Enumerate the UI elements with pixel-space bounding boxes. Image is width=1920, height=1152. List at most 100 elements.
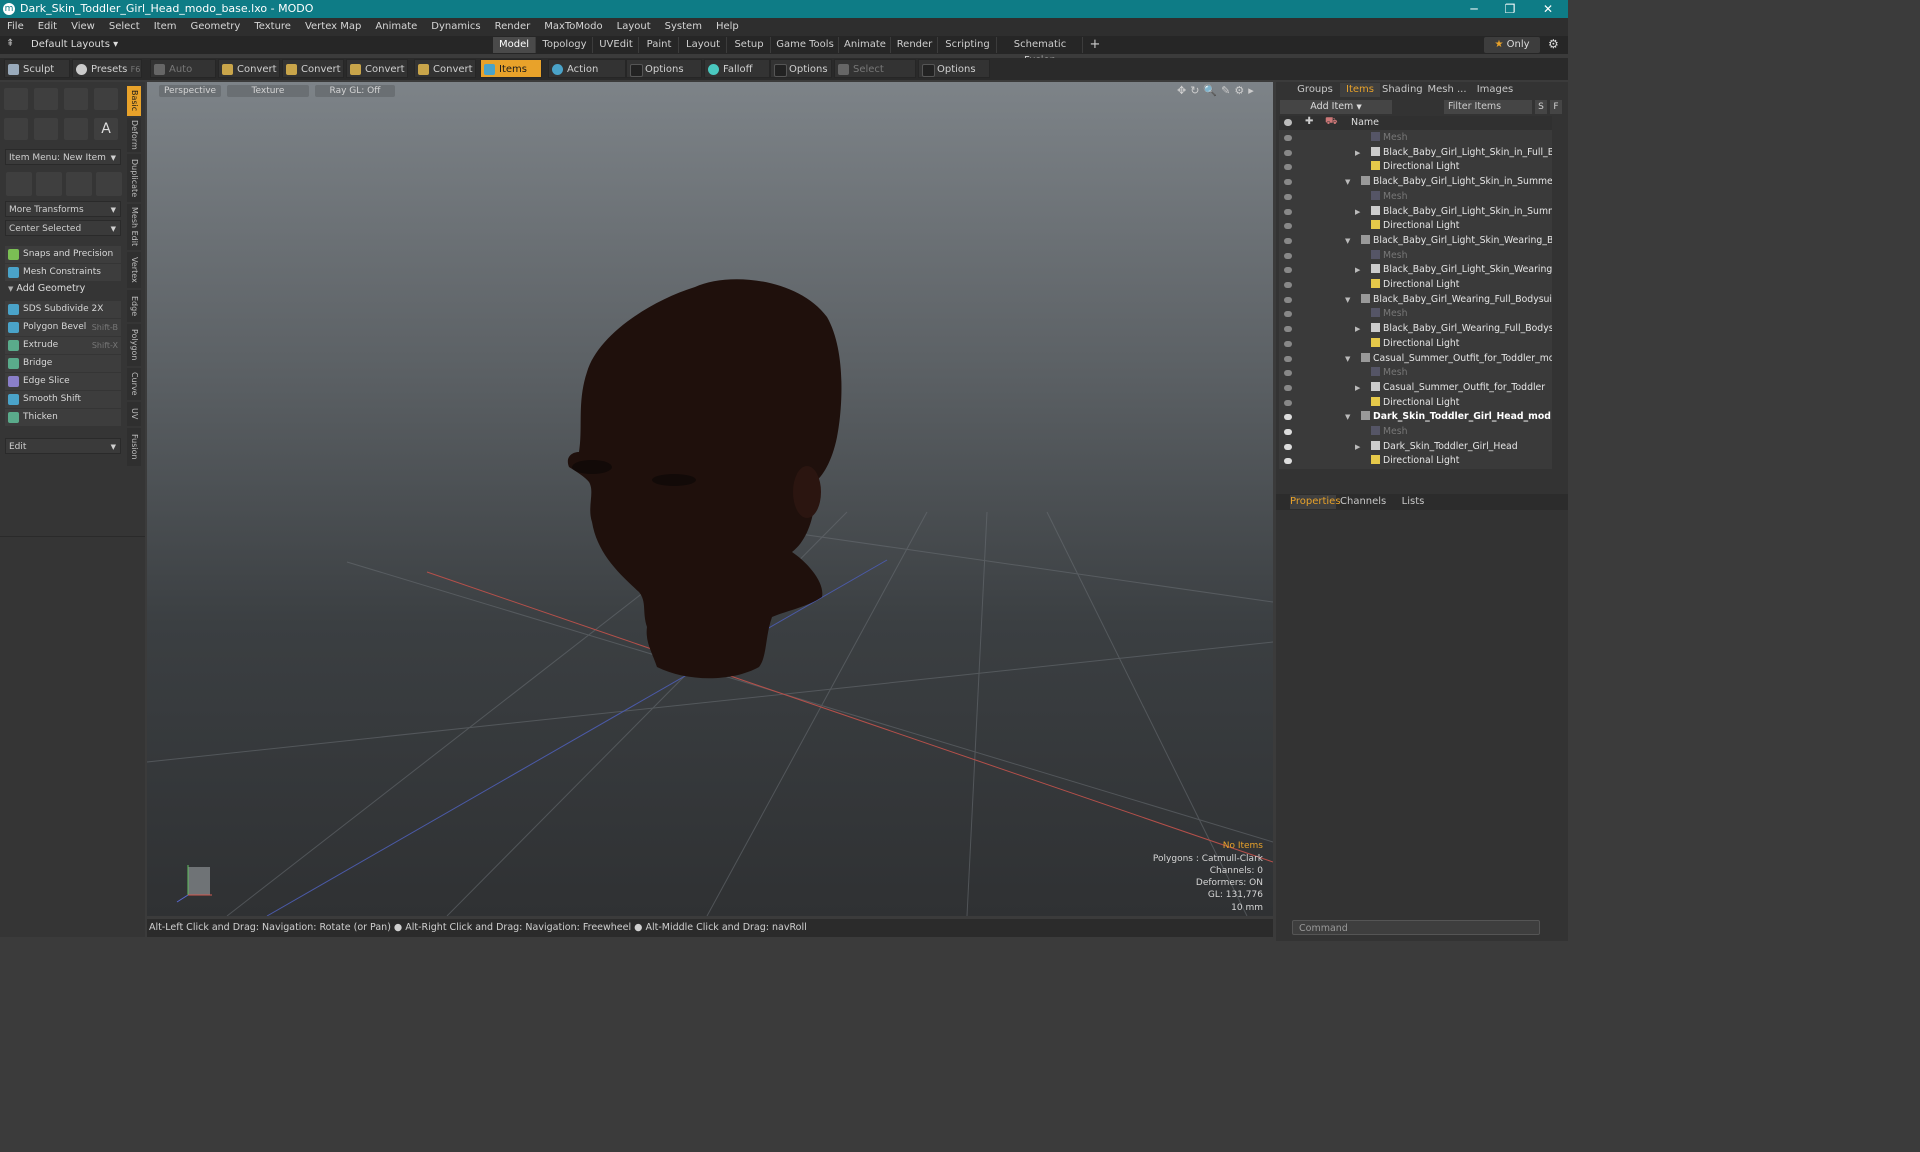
tree-row[interactable]: Mesh xyxy=(1279,190,1552,205)
add-item-dropdown[interactable]: Add Item ▼ xyxy=(1280,100,1392,114)
pen-tool-icon[interactable] xyxy=(64,118,88,140)
expand-triangle-icon[interactable]: ▶ xyxy=(1355,381,1360,396)
polygon-bevel-button[interactable]: Polygon Bevel Shift-B xyxy=(5,319,121,336)
tab-mesh[interactable]: Mesh ... xyxy=(1424,83,1470,97)
tree-row[interactable]: Directional Light xyxy=(1279,337,1552,352)
tab-images[interactable]: Images xyxy=(1472,83,1518,97)
menu-item[interactable]: Item xyxy=(147,18,184,36)
bridge-button[interactable]: Bridge xyxy=(5,355,121,372)
action-center-options-button[interactable]: Options xyxy=(626,59,702,78)
menu-layout[interactable]: Layout xyxy=(610,18,658,36)
tab-groups[interactable]: Groups xyxy=(1292,83,1338,97)
menu-help[interactable]: Help xyxy=(709,18,746,36)
layout-arrow-icon[interactable]: ⇞ xyxy=(6,38,14,49)
visibility-eye-icon[interactable] xyxy=(1284,370,1292,377)
expand-triangle-icon[interactable]: ▶ xyxy=(1355,263,1360,278)
tree-row[interactable]: ▶ Black_Baby_Girl_Light_Skin_in_Summer_..… xyxy=(1279,205,1552,220)
menu-system[interactable]: System xyxy=(658,18,709,36)
tree-row[interactable]: Directional Light xyxy=(1279,454,1552,469)
tree-row[interactable]: Directional Light xyxy=(1279,160,1552,175)
snaps-precision-button[interactable]: Snaps and Precision xyxy=(5,246,121,263)
tab-uvedit[interactable]: UVEdit xyxy=(594,37,639,53)
visibility-eye-icon[interactable] xyxy=(1284,193,1292,200)
collapse-triangle-icon[interactable]: ▼ xyxy=(1345,293,1350,308)
tree-row[interactable]: Mesh xyxy=(1279,307,1552,322)
menu-render[interactable]: Render xyxy=(488,18,538,36)
convert-polygons-button[interactable]: Convert xyxy=(346,59,408,78)
auto-select-button[interactable]: Auto Select xyxy=(150,59,216,94)
expand-triangle-icon[interactable]: ▶ xyxy=(1355,205,1360,220)
vtab-deform[interactable]: Deform xyxy=(127,118,141,152)
3d-viewport[interactable]: Perspective Texture Ray GL: Off ✥↻🔍✎⚙▸ N… xyxy=(147,82,1273,916)
sds-subdivide-button[interactable]: SDS Subdivide 2X xyxy=(5,301,121,318)
menu-view[interactable]: View xyxy=(64,18,102,36)
grid-icon[interactable] xyxy=(36,172,62,196)
pyramid-icon[interactable] xyxy=(96,172,122,196)
tab-channels[interactable]: Channels xyxy=(1340,495,1386,509)
ray-gl-tab[interactable]: Ray GL: Off xyxy=(315,85,395,97)
s-button[interactable]: S xyxy=(1535,100,1547,114)
tree-row[interactable]: ▼ Black_Baby_Girl_Light_Skin_in_Summer_A-… xyxy=(1279,175,1552,190)
vtab-vertex[interactable]: Vertex xyxy=(127,252,141,288)
vtab-polygon[interactable]: Polygon xyxy=(127,324,141,366)
filter-items-input[interactable]: Filter Items xyxy=(1444,100,1532,114)
tree-row[interactable]: ▼ Dark_Skin_Toddler_Girl_Head_mod ... xyxy=(1279,410,1552,425)
cube-primitive-icon[interactable] xyxy=(4,88,28,110)
text-tool-icon[interactable]: A xyxy=(94,118,118,140)
vtab-curve[interactable]: Curve xyxy=(127,368,141,400)
visibility-eye-icon[interactable] xyxy=(1284,443,1292,450)
minimize-button[interactable]: ─ xyxy=(1456,0,1492,18)
tab-lists[interactable]: Lists xyxy=(1390,495,1436,509)
tree-row[interactable]: ▶ Casual_Summer_Outfit_for_Toddler xyxy=(1279,381,1552,396)
view-perspective-tab[interactable]: Perspective xyxy=(159,85,221,97)
gear-icon[interactable]: ⚙ xyxy=(1548,37,1559,51)
visibility-eye-icon[interactable] xyxy=(1284,429,1292,435)
convert-edges-button[interactable]: Convert xyxy=(282,59,344,78)
vtab-fusion[interactable]: Fusion xyxy=(127,428,141,466)
collapse-triangle-icon[interactable]: ▼ xyxy=(1345,410,1350,425)
only-toggle[interactable]: ★ Only xyxy=(1484,37,1540,53)
sphere-primitive-icon[interactable] xyxy=(34,88,58,110)
tab-shading[interactable]: Shading xyxy=(1382,83,1423,97)
expand-triangle-icon[interactable]: ▶ xyxy=(1355,146,1360,161)
edit-dropdown[interactable]: Edit ▼ xyxy=(5,438,121,454)
vtab-basic[interactable]: Basic xyxy=(127,86,141,116)
select-through-button[interactable]: Select Through xyxy=(834,59,916,94)
expand-triangle-icon[interactable]: ▶ xyxy=(1355,322,1360,337)
tab-items[interactable]: Items xyxy=(1340,83,1380,97)
vtab-uv[interactable]: UV xyxy=(127,402,141,426)
menu-select[interactable]: Select xyxy=(102,18,147,36)
visibility-eye-icon[interactable] xyxy=(1284,267,1292,274)
tab-setup[interactable]: Setup xyxy=(728,37,771,53)
item-menu-dropdown[interactable]: Item Menu: New Item ▼ xyxy=(5,149,121,165)
menu-file[interactable]: File xyxy=(0,18,31,36)
close-button[interactable]: ✕ xyxy=(1530,0,1566,18)
tree-row[interactable]: Directional Light xyxy=(1279,219,1552,234)
tree-row[interactable]: Mesh xyxy=(1279,131,1552,146)
select-through-options-button[interactable]: Options xyxy=(918,59,990,78)
visibility-eye-icon[interactable] xyxy=(1284,282,1292,288)
add-geometry-header[interactable]: ▼ Add Geometry xyxy=(8,283,85,294)
convert-vertices-button[interactable]: Convert xyxy=(218,59,280,78)
edge-slice-button[interactable]: Edge Slice xyxy=(5,373,121,390)
visibility-eye-icon[interactable] xyxy=(1284,237,1292,244)
pin-icon[interactable]: ⛟ xyxy=(1325,116,1338,129)
tree-row[interactable]: Mesh xyxy=(1279,425,1552,440)
capsule-primitive-icon[interactable] xyxy=(34,118,58,140)
default-layouts-dropdown[interactable]: Default Layouts ▾ xyxy=(31,39,118,50)
tree-row[interactable]: Mesh xyxy=(1279,366,1552,381)
command-input[interactable]: Command xyxy=(1292,920,1540,935)
tree-row[interactable]: ▶ Black_Baby_Girl_Light_Skin_Wearing_Bo .… xyxy=(1279,263,1552,278)
maximize-button[interactable]: ❐ xyxy=(1492,0,1528,18)
visibility-eye-icon[interactable] xyxy=(1284,164,1292,171)
transform-icon[interactable] xyxy=(6,172,32,196)
collapse-triangle-icon[interactable]: ▼ xyxy=(1345,352,1350,367)
more-transforms-dropdown[interactable]: More Transforms ▼ xyxy=(5,201,121,217)
eye-icon[interactable] xyxy=(1284,119,1292,126)
tab-properties[interactable]: Properties xyxy=(1290,495,1341,509)
vtab-duplicate[interactable]: Duplicate xyxy=(127,154,141,202)
thicken-button[interactable]: Thicken xyxy=(5,409,121,426)
visibility-eye-icon[interactable] xyxy=(1284,252,1292,259)
visibility-eye-icon[interactable] xyxy=(1284,135,1292,141)
tab-topology[interactable]: Topology xyxy=(537,37,593,53)
